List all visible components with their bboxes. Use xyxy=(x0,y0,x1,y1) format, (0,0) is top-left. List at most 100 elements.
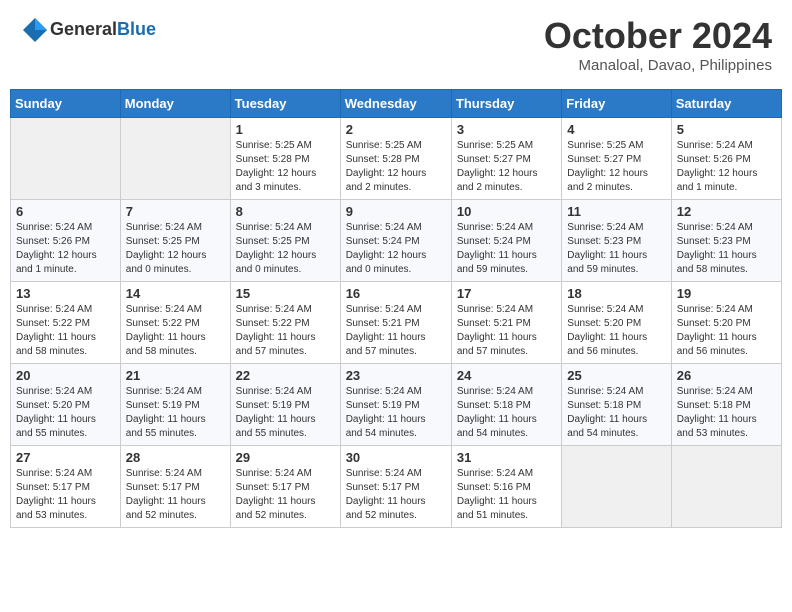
day-info: Sunrise: 5:25 AM Sunset: 5:28 PM Dayligh… xyxy=(346,139,446,195)
day-info: Sunrise: 5:24 AM Sunset: 5:16 PM Dayligh… xyxy=(457,467,556,523)
calendar-day-header: Thursday xyxy=(451,90,561,118)
calendar-day-header: Friday xyxy=(562,90,671,118)
day-info: Sunrise: 5:24 AM Sunset: 5:23 PM Dayligh… xyxy=(677,221,776,277)
calendar-cell xyxy=(11,118,121,200)
calendar-cell: 28Sunrise: 5:24 AM Sunset: 5:17 PM Dayli… xyxy=(120,446,230,528)
day-number: 13 xyxy=(16,286,115,301)
day-info: Sunrise: 5:24 AM Sunset: 5:18 PM Dayligh… xyxy=(677,385,776,441)
calendar-week-row: 20 Sunrise: 5:24 AM Sunset: 5:20 PM Dayli… xyxy=(11,364,782,446)
day-info: Sunrise: 5:24 AM Sunset: 5:17 PM Dayligh… xyxy=(16,467,115,523)
calendar-cell: 25Sunrise: 5:24 AM Sunset: 5:18 PM Dayli… xyxy=(562,364,671,446)
day-info: Sunrise: 5:24 AM Sunset: 5:19 PM Dayligh… xyxy=(346,385,446,441)
day-number: 2 xyxy=(346,122,446,137)
calendar-cell: 14 Sunrise: 5:24 AM Sunset: 5:22 PM Dayli… xyxy=(120,282,230,364)
day-number: 17 xyxy=(457,286,556,301)
day-number: 8 xyxy=(236,204,335,219)
logo-icon xyxy=(20,15,50,45)
day-number: 21 xyxy=(126,368,225,383)
calendar-cell xyxy=(562,446,671,528)
day-info: Sunrise: 5:24 AM Sunset: 5:17 PM Dayligh… xyxy=(346,467,446,523)
day-number: 30 xyxy=(346,450,446,465)
day-info: Sunrise: 5:24 AM Sunset: 5:22 PM Dayligh… xyxy=(236,303,335,359)
calendar-cell: 16 Sunrise: 5:24 AM Sunset: 5:21 PM Dayli… xyxy=(340,282,451,364)
calendar-cell: 19Sunrise: 5:24 AM Sunset: 5:20 PM Dayli… xyxy=(671,282,781,364)
day-number: 31 xyxy=(457,450,556,465)
day-info: Sunrise: 5:24 AM Sunset: 5:26 PM Dayligh… xyxy=(677,139,776,195)
calendar-header-row: SundayMondayTuesdayWednesdayThursdayFrid… xyxy=(11,90,782,118)
calendar-cell: 12 Sunrise: 5:24 AM Sunset: 5:23 PM Dayli… xyxy=(671,200,781,282)
day-number: 7 xyxy=(126,204,225,219)
calendar-cell: 15 Sunrise: 5:24 AM Sunset: 5:22 PM Dayli… xyxy=(230,282,340,364)
day-number: 1 xyxy=(236,122,335,137)
calendar-week-row: 27 Sunrise: 5:24 AM Sunset: 5:17 PM Dayli… xyxy=(11,446,782,528)
day-info: Sunrise: 5:24 AM Sunset: 5:25 PM Dayligh… xyxy=(236,221,335,277)
calendar-cell: 17 Sunrise: 5:24 AM Sunset: 5:21 PM Dayli… xyxy=(451,282,561,364)
calendar-cell: 4 Sunrise: 5:25 AM Sunset: 5:27 PM Daylig… xyxy=(562,118,671,200)
calendar-cell: 2 Sunrise: 5:25 AM Sunset: 5:28 PM Daylig… xyxy=(340,118,451,200)
day-number: 6 xyxy=(16,204,115,219)
calendar-week-row: 6 Sunrise: 5:24 AM Sunset: 5:26 PM Daylig… xyxy=(11,200,782,282)
day-number: 12 xyxy=(677,204,776,219)
calendar-cell: 29Sunrise: 5:24 AM Sunset: 5:17 PM Dayli… xyxy=(230,446,340,528)
day-info: Sunrise: 5:24 AM Sunset: 5:24 PM Dayligh… xyxy=(346,221,446,277)
calendar-cell: 5 Sunrise: 5:24 AM Sunset: 5:26 PM Daylig… xyxy=(671,118,781,200)
calendar-cell: 11Sunrise: 5:24 AM Sunset: 5:23 PM Dayli… xyxy=(562,200,671,282)
day-info: Sunrise: 5:25 AM Sunset: 5:27 PM Dayligh… xyxy=(567,139,665,195)
day-info: Sunrise: 5:24 AM Sunset: 5:20 PM Dayligh… xyxy=(16,385,115,441)
day-number: 14 xyxy=(126,286,225,301)
day-info: Sunrise: 5:24 AM Sunset: 5:21 PM Dayligh… xyxy=(346,303,446,359)
calendar-cell: 23 Sunrise: 5:24 AM Sunset: 5:19 PM Dayli… xyxy=(340,364,451,446)
day-number: 24 xyxy=(457,368,556,383)
calendar-cell: 24Sunrise: 5:24 AM Sunset: 5:18 PM Dayli… xyxy=(451,364,561,446)
calendar-cell xyxy=(120,118,230,200)
day-info: Sunrise: 5:24 AM Sunset: 5:20 PM Dayligh… xyxy=(677,303,776,359)
calendar-cell: 8 Sunrise: 5:24 AM Sunset: 5:25 PM Daylig… xyxy=(230,200,340,282)
calendar-cell xyxy=(671,446,781,528)
logo-text-general: General xyxy=(50,19,117,39)
day-number: 27 xyxy=(16,450,115,465)
calendar-cell: 27 Sunrise: 5:24 AM Sunset: 5:17 PM Dayli… xyxy=(11,446,121,528)
calendar-cell: 6 Sunrise: 5:24 AM Sunset: 5:26 PM Daylig… xyxy=(11,200,121,282)
calendar-day-header: Tuesday xyxy=(230,90,340,118)
day-info: Sunrise: 5:24 AM Sunset: 5:20 PM Dayligh… xyxy=(567,303,665,359)
page-header: GeneralBlue October 2024 Manaloal, Davao… xyxy=(10,10,782,79)
day-info: Sunrise: 5:25 AM Sunset: 5:28 PM Dayligh… xyxy=(236,139,335,195)
calendar-week-row: 1 Sunrise: 5:25 AM Sunset: 5:28 PM Daylig… xyxy=(11,118,782,200)
calendar-cell: 20 Sunrise: 5:24 AM Sunset: 5:20 PM Dayli… xyxy=(11,364,121,446)
day-info: Sunrise: 5:24 AM Sunset: 5:21 PM Dayligh… xyxy=(457,303,556,359)
calendar-cell: 9 Sunrise: 5:24 AM Sunset: 5:24 PM Daylig… xyxy=(340,200,451,282)
month-title: October 2024 xyxy=(544,15,772,57)
day-info: Sunrise: 5:24 AM Sunset: 5:24 PM Dayligh… xyxy=(457,221,556,277)
calendar-day-header: Saturday xyxy=(671,90,781,118)
day-info: Sunrise: 5:24 AM Sunset: 5:26 PM Dayligh… xyxy=(16,221,115,277)
day-info: Sunrise: 5:24 AM Sunset: 5:19 PM Dayligh… xyxy=(236,385,335,441)
day-info: Sunrise: 5:24 AM Sunset: 5:25 PM Dayligh… xyxy=(126,221,225,277)
day-number: 3 xyxy=(457,122,556,137)
day-number: 20 xyxy=(16,368,115,383)
calendar-week-row: 13 Sunrise: 5:24 AM Sunset: 5:22 PM Dayli… xyxy=(11,282,782,364)
day-info: Sunrise: 5:24 AM Sunset: 5:22 PM Dayligh… xyxy=(126,303,225,359)
calendar-cell: 7 Sunrise: 5:24 AM Sunset: 5:25 PM Daylig… xyxy=(120,200,230,282)
day-number: 26 xyxy=(677,368,776,383)
calendar-cell: 18 Sunrise: 5:24 AM Sunset: 5:20 PM Dayli… xyxy=(562,282,671,364)
day-number: 15 xyxy=(236,286,335,301)
day-number: 18 xyxy=(567,286,665,301)
day-info: Sunrise: 5:24 AM Sunset: 5:17 PM Dayligh… xyxy=(126,467,225,523)
day-number: 9 xyxy=(346,204,446,219)
day-number: 5 xyxy=(677,122,776,137)
calendar-day-header: Monday xyxy=(120,90,230,118)
logo: GeneralBlue xyxy=(20,15,156,45)
day-number: 4 xyxy=(567,122,665,137)
day-number: 16 xyxy=(346,286,446,301)
day-info: Sunrise: 5:24 AM Sunset: 5:17 PM Dayligh… xyxy=(236,467,335,523)
calendar-cell: 26 Sunrise: 5:24 AM Sunset: 5:18 PM Dayli… xyxy=(671,364,781,446)
day-number: 11 xyxy=(567,204,665,219)
day-number: 22 xyxy=(236,368,335,383)
location: Manaloal, Davao, Philippines xyxy=(544,57,772,74)
day-number: 23 xyxy=(346,368,446,383)
calendar-cell: 22 Sunrise: 5:24 AM Sunset: 5:19 PM Dayli… xyxy=(230,364,340,446)
title-block: October 2024 Manaloal, Davao, Philippine… xyxy=(544,15,772,74)
calendar-cell: 13Sunrise: 5:24 AM Sunset: 5:22 PM Dayli… xyxy=(11,282,121,364)
day-info: Sunrise: 5:25 AM Sunset: 5:27 PM Dayligh… xyxy=(457,139,556,195)
calendar-cell: 3 Sunrise: 5:25 AM Sunset: 5:27 PM Daylig… xyxy=(451,118,561,200)
